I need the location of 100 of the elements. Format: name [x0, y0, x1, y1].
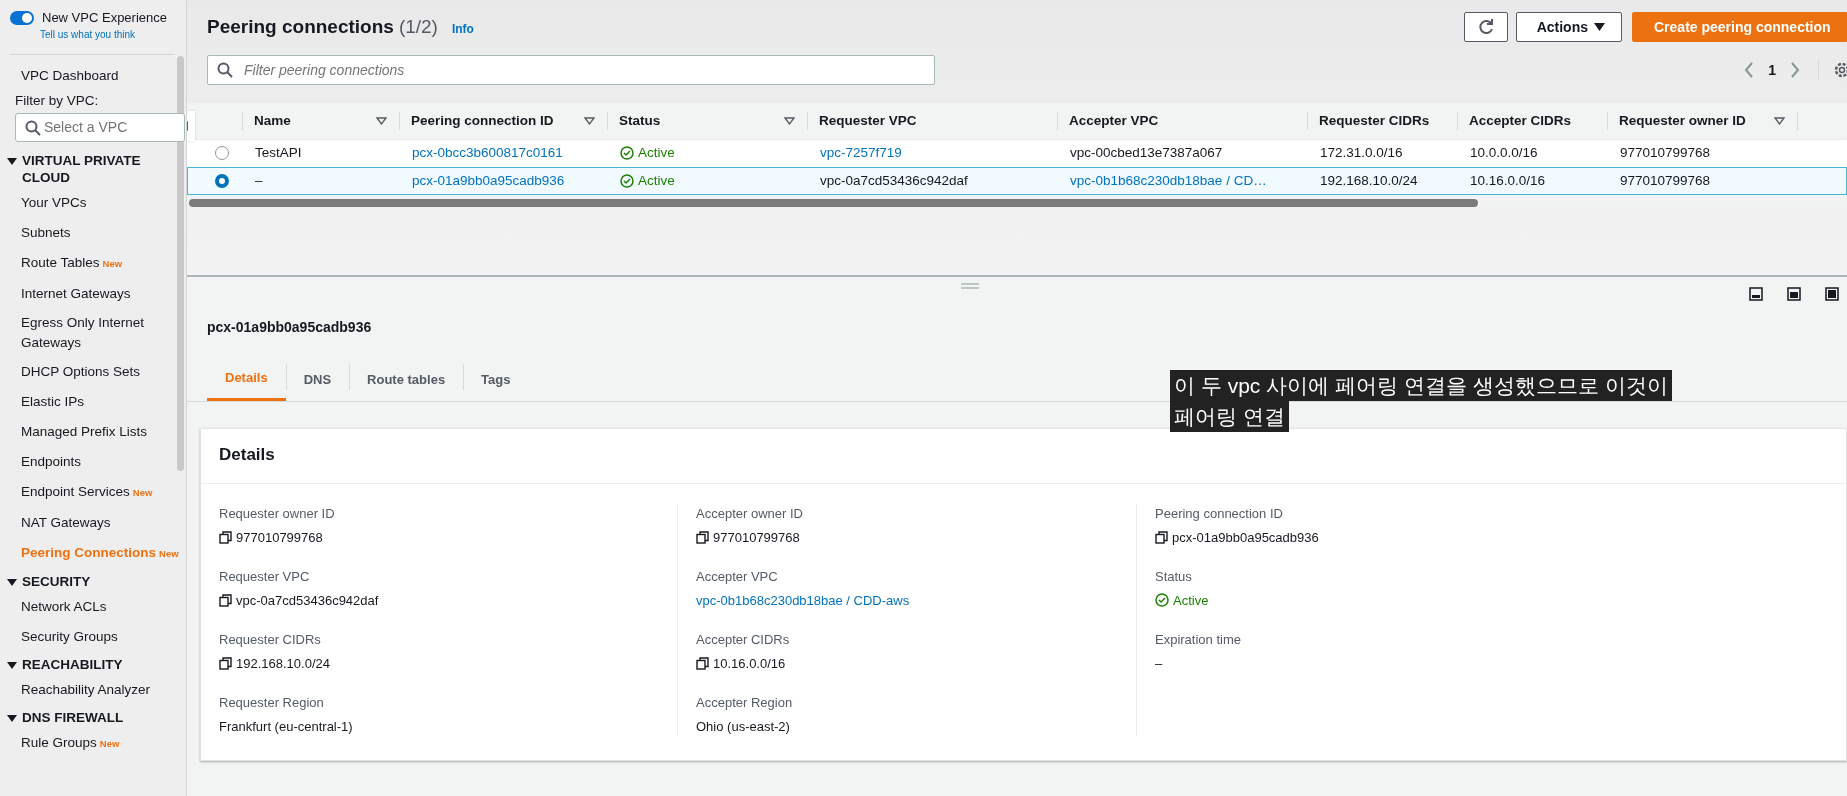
- table-link[interactable]: vpc-7257f719: [820, 142, 902, 164]
- table-cell-text: –: [255, 171, 263, 190]
- info-link[interactable]: Info: [451, 19, 474, 38]
- table-row[interactable]: TestAPI pcx-0bcc3b600817c0161 Active vpc-7257f719 vpc-00cbed13e7387a067 172.31.0.0/16 10.0.0.0/16 977010799768: [187, 139, 1847, 167]
- pane-bottom-icon: [1749, 287, 1763, 301]
- nav-item[interactable]: Elastic IPs: [0, 386, 186, 417]
- column-header[interactable]: Accepter CIDRs: [1469, 110, 1572, 132]
- tab[interactable]: Route tables: [349, 358, 464, 401]
- column-header[interactable]: Status: [619, 110, 661, 132]
- copy-icon: [219, 656, 232, 670]
- field-label: Accepter CIDRs: [696, 631, 791, 649]
- pane-full-icon: [1825, 287, 1839, 301]
- table-link[interactable]: pcx-01a9bb0a95cadb936: [412, 170, 565, 192]
- nav-item[interactable]: Endpoints: [0, 446, 186, 477]
- scrollbar-thumb[interactable]: [177, 56, 184, 471]
- column-header[interactable]: Peering connection ID: [411, 110, 554, 132]
- field-value: 192.168.10.0/24: [236, 654, 330, 673]
- field-value: 977010799768: [713, 528, 800, 547]
- table-cell-text: 977010799768: [1620, 143, 1711, 162]
- tab[interactable]: DNS: [285, 358, 350, 401]
- nav-item[interactable]: VPC Dashboard: [0, 60, 186, 91]
- chevron-right-icon: [1790, 62, 1800, 78]
- new-label: New: [159, 547, 179, 559]
- column-header[interactable]: Accepter VPC: [1069, 110, 1159, 132]
- refresh-button[interactable]: [1463, 12, 1508, 42]
- detail-title: pcx-01a9bb0a95cadb936: [206, 318, 373, 337]
- nav-item[interactable]: Your VPCs: [0, 187, 186, 218]
- field-value: pcx-01a9bb0a95cadb936: [1172, 528, 1319, 547]
- filter-field[interactable]: Filter peering connections: [207, 55, 935, 85]
- column-header[interactable]: Requester VPC: [819, 110, 917, 132]
- radio-button[interactable]: [214, 174, 229, 188]
- nav-item[interactable]: Rule Groups New: [0, 727, 186, 759]
- table-link[interactable]: vpc-0b1b68c230db18bae / CD…: [1070, 170, 1267, 192]
- copy-icon: [219, 530, 232, 544]
- page-title: Peering connections: [207, 14, 394, 39]
- count-text: (1/2): [398, 14, 438, 39]
- subtitle-text: 이 두 vpc 사이에 페어링 연결을 생성했으므로 이것이: [1170, 370, 1672, 401]
- tab[interactable]: Tags: [463, 358, 529, 401]
- section-heading[interactable]: REACHABILITY: [22, 655, 123, 673]
- nav-item[interactable]: Network ACLs: [0, 591, 186, 622]
- nav-item[interactable]: Internet Gateways: [0, 278, 186, 309]
- vpc-select-field[interactable]: Select a VPC: [15, 112, 185, 142]
- copy-icon: [1155, 530, 1168, 544]
- subtitle-text: 페어링 연결: [1170, 401, 1289, 432]
- caret-down-icon: [1594, 23, 1605, 31]
- feedback-link[interactable]: Tell us what you think: [40, 27, 186, 42]
- check-circle-icon: [1155, 593, 1169, 608]
- field-label: Accepter owner ID: [696, 505, 804, 523]
- table-link[interactable]: pcx-0bcc3b600817c0161: [412, 142, 563, 164]
- toggle-label: New VPC Experience: [42, 9, 167, 27]
- settings-icon: [1833, 61, 1847, 79]
- column-header[interactable]: Requester CIDRs: [1319, 110, 1430, 132]
- toggle-switch[interactable]: [10, 10, 34, 25]
- nav-item[interactable]: Managed Prefix Lists: [0, 416, 186, 447]
- table-cell-text: 977010799768: [1620, 171, 1711, 190]
- check-circle-icon: [620, 146, 634, 160]
- page-number[interactable]: 1: [1768, 59, 1776, 81]
- field-label: Status: [1155, 568, 1193, 586]
- field-label: Requester VPC: [219, 568, 311, 586]
- field-value: vpc-0a7cd53436c942daf: [236, 591, 379, 610]
- section-heading[interactable]: DNS FIREWALL: [22, 708, 124, 726]
- filter-label: Filter by VPC:: [14, 91, 100, 110]
- new-label: New: [102, 257, 123, 269]
- chevron-left-icon: [1744, 62, 1755, 78]
- table-cell-text: 192.168.10.0/24: [1320, 171, 1418, 190]
- nav-item[interactable]: Subnets: [0, 217, 186, 248]
- nav-item[interactable]: Route Tables New: [0, 247, 186, 279]
- table-cell-text: 172.31.0.0/16: [1320, 143, 1403, 162]
- radio-button[interactable]: [214, 146, 229, 160]
- copy-icon: [219, 593, 232, 607]
- nav-item[interactable]: DHCP Options Sets: [0, 356, 186, 387]
- pane-side-icon: [1787, 287, 1801, 301]
- column-header[interactable]: Name: [254, 110, 291, 132]
- field-label: Requester Region: [219, 694, 325, 712]
- table-cell-text: 10.16.0.0/16: [1470, 171, 1546, 190]
- field-label: Accepter Region: [696, 694, 794, 712]
- nav-item[interactable]: Endpoint Services New: [0, 476, 186, 508]
- field-label: Expiration time: [1155, 631, 1242, 649]
- table-row[interactable]: – pcx-01a9bb0a95cadb936 Active vpc-0a7cd53436c942daf vpc-0b1b68c230db18bae / CD… 192.168.10.0/24 10.16.0.0/16 977010799768: [187, 167, 1847, 195]
- actions-button[interactable]: Actions: [1515, 12, 1622, 42]
- table-cell-text: vpc-00cbed13e7387a067: [1070, 143, 1223, 162]
- nav-item[interactable]: NAT Gateways: [0, 507, 186, 538]
- column-header[interactable]: Requester owner ID: [1619, 110, 1746, 132]
- status-text: Active: [638, 143, 675, 162]
- field-value: Ohio (us-east-2): [696, 717, 790, 736]
- field-label: Peering connection ID: [1155, 505, 1284, 523]
- scrollbar-thumb[interactable]: [189, 199, 1478, 207]
- section-heading[interactable]: VIRTUAL PRIVATE CLOUD: [22, 151, 178, 186]
- status-text: Active: [638, 171, 675, 190]
- vpc-link[interactable]: vpc-0b1b68c230db18bae / CDD-aws: [696, 590, 910, 610]
- section-heading[interactable]: SECURITY: [22, 572, 91, 590]
- nav-item[interactable]: Reachability Analyzer: [0, 674, 186, 705]
- table-cell-text: vpc-0a7cd53436c942daf: [820, 171, 968, 190]
- drag-handle-icon: [961, 283, 979, 289]
- copy-icon: [696, 656, 709, 670]
- nav-item[interactable]: Egress Only Internet Gateways: [0, 308, 170, 357]
- field-value: Frankfurt (eu-central-1): [219, 717, 353, 736]
- table-cell-text: TestAPI: [255, 143, 302, 162]
- nav-item[interactable]: Security Groups: [0, 621, 186, 652]
- field-label: Requester CIDRs: [219, 631, 322, 649]
